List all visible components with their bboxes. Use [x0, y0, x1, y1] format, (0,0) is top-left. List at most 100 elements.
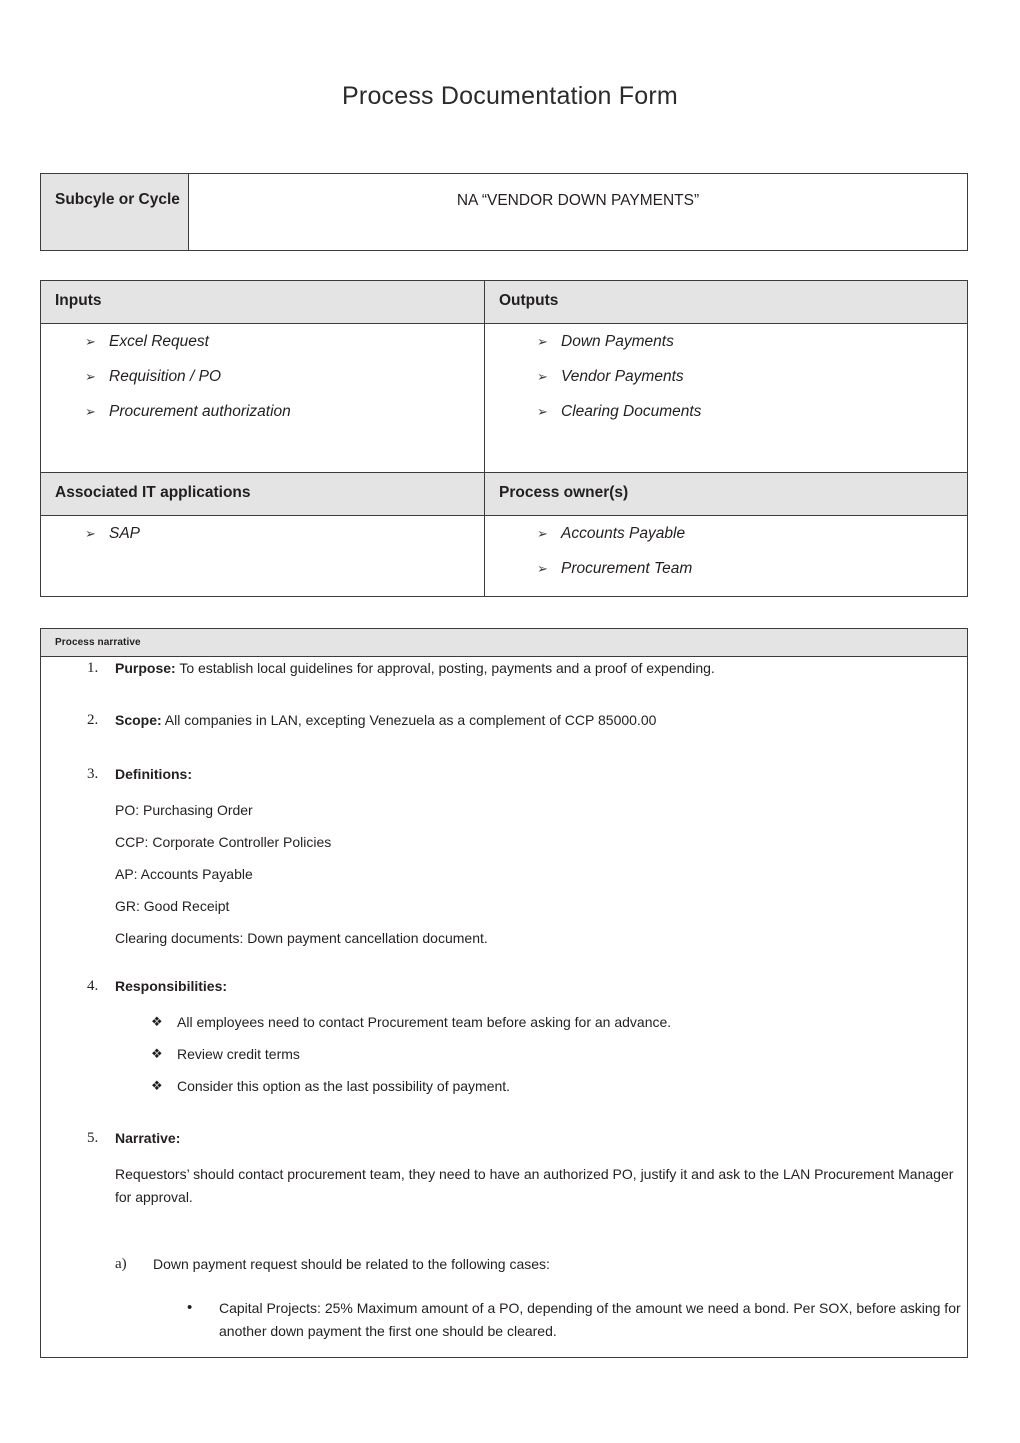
arrow-bullet-icon: ➢ — [537, 369, 548, 384]
process-narrative-table: Process narrative 1. Purpose: To establi… — [40, 628, 968, 1358]
narrative-item-purpose: 1. Purpose: To establish local guideline… — [41, 657, 967, 679]
diamond-bullet-icon: ❖ — [151, 1046, 163, 1061]
item-number: 3. — [87, 766, 99, 782]
item-text: All companies in LAN, excepting Venezuel… — [161, 712, 657, 728]
list-item-label: Clearing Documents — [561, 403, 702, 420]
table-row-apps-body: ➢ SAP ➢ Accounts Payable ➢ Procurement T… — [40, 515, 968, 597]
narrative-sub-item-a: a) Down payment request should be relate… — [115, 1253, 967, 1275]
item-title: Definitions: — [115, 766, 192, 782]
narrative-item-narrative: 5. Narrative: Requestors’ should contact… — [41, 1127, 967, 1343]
arrow-bullet-icon: ➢ — [537, 561, 548, 576]
list-item: ➢ Vendor Payments — [485, 359, 967, 394]
item-number: 4. — [87, 978, 99, 994]
narrative-header-cell: Process narrative — [40, 628, 968, 657]
narrative-body-cell: 1. Purpose: To establish local guideline… — [40, 656, 968, 1358]
item-number: 2. — [87, 712, 99, 728]
narrative-item-responsibilities: 4. Responsibilities: ❖ All employees nee… — [41, 975, 967, 1097]
list-item: ❖ Consider this option as the last possi… — [115, 1075, 967, 1097]
table-row-headers-apps: Associated IT applications Process owner… — [40, 472, 968, 516]
inputs-list: ➢ Excel Request ➢ Requisition / PO ➢ Pro… — [41, 324, 484, 429]
list-item-label: Vendor Payments — [561, 368, 684, 385]
item-number: 1. — [87, 660, 99, 676]
responsibilities-list: ❖ All employees need to contact Procurem… — [115, 1011, 967, 1097]
cases-list: • Capital Projects: 25% Maximum amount o… — [115, 1297, 967, 1343]
list-item-label: SAP — [109, 525, 141, 542]
subcycle-value: NA “VENDOR DOWN PAYMENTS” — [456, 192, 700, 209]
item-number: 5. — [87, 1130, 99, 1146]
narrative-paragraph: Requestors’ should contact procurement t… — [115, 1166, 954, 1205]
outputs-header-cell: Outputs — [484, 280, 968, 324]
list-item: ➢ Accounts Payable — [485, 516, 967, 551]
arrow-bullet-icon: ➢ — [537, 526, 548, 541]
process-narrative-header: Process narrative — [55, 637, 141, 648]
definitions-list: PO: Purchasing Order CCP: Corporate Cont… — [115, 799, 967, 949]
dot-bullet-icon: • — [187, 1299, 193, 1316]
list-item-label: Capital Projects: 25% Maximum amount of … — [219, 1300, 961, 1339]
apps-cell: ➢ SAP — [40, 515, 485, 597]
definition-line: Clearing documents: Down payment cancell… — [115, 930, 488, 946]
page-title: Process Documentation Form — [342, 82, 678, 110]
inputs-cell: ➢ Excel Request ➢ Requisition / PO ➢ Pro… — [40, 323, 485, 473]
inputs-header: Inputs — [55, 292, 102, 309]
list-item-label: Down Payments — [561, 333, 674, 350]
list-item: ➢ SAP — [41, 516, 484, 551]
document-page: Process Documentation Form Subcyle or Cy… — [0, 0, 1020, 1443]
arrow-bullet-icon: ➢ — [537, 334, 548, 349]
subcycle-table: Subcyle or Cycle NA “VENDOR DOWN PAYMENT… — [40, 173, 968, 251]
outputs-cell: ➢ Down Payments ➢ Vendor Payments ➢ Clea… — [484, 323, 968, 473]
list-item: • Capital Projects: 25% Maximum amount o… — [115, 1297, 967, 1343]
list-item-label: Consider this option as the last possibi… — [177, 1078, 511, 1094]
outputs-header: Outputs — [499, 292, 559, 309]
list-item-label: Requisition / PO — [109, 368, 221, 385]
table-row: Subcyle or Cycle NA “VENDOR DOWN PAYMENT… — [40, 173, 968, 251]
definition-line: AP: Accounts Payable — [115, 866, 253, 882]
narrative-item-definitions: 3. Definitions: PO: Purchasing Order CCP… — [41, 763, 967, 949]
list-item: ❖ All employees need to contact Procurem… — [115, 1011, 967, 1033]
list-item-label: Procurement Team — [561, 560, 693, 577]
item-title: Scope: — [115, 712, 162, 728]
subcycle-label-cell: Subcyle or Cycle — [40, 173, 189, 251]
list-item: ➢ Requisition / PO — [41, 359, 484, 394]
apps-header-cell: Associated IT applications — [40, 472, 485, 516]
process-owners-header: Process owner(s) — [499, 484, 629, 501]
definition-line: GR: Good Receipt — [115, 898, 230, 914]
owners-cell: ➢ Accounts Payable ➢ Procurement Team — [484, 515, 968, 597]
outputs-list: ➢ Down Payments ➢ Vendor Payments ➢ Clea… — [485, 324, 967, 429]
narrative-item-scope: 2. Scope: All companies in LAN, exceptin… — [41, 709, 967, 731]
list-item: ➢ Down Payments — [485, 324, 967, 359]
arrow-bullet-icon: ➢ — [85, 526, 96, 541]
diamond-bullet-icon: ❖ — [151, 1078, 163, 1093]
list-item-label: All employees need to contact Procuremen… — [177, 1014, 672, 1030]
associated-it-applications-header: Associated IT applications — [55, 484, 251, 501]
arrow-bullet-icon: ➢ — [85, 334, 96, 349]
definition-line: PO: Purchasing Order — [115, 802, 253, 818]
table-row-narrative-header: Process narrative — [40, 628, 968, 657]
list-item: ➢ Clearing Documents — [485, 394, 967, 429]
alpha-marker: a) — [115, 1256, 127, 1272]
item-title: Narrative: — [115, 1130, 181, 1146]
list-item: ➢ Excel Request — [41, 324, 484, 359]
list-item: ❖ Review credit terms — [115, 1043, 967, 1065]
diamond-bullet-icon: ❖ — [151, 1014, 163, 1029]
list-item-label: Procurement authorization — [109, 403, 291, 420]
item-title: Responsibilities: — [115, 978, 228, 994]
arrow-bullet-icon: ➢ — [85, 369, 96, 384]
table-row-narrative-body: 1. Purpose: To establish local guideline… — [40, 656, 968, 1358]
inputs-outputs-table: Inputs Outputs ➢ Excel Request ➢ Requisi… — [40, 280, 968, 597]
table-row-headers-io: Inputs Outputs — [40, 280, 968, 324]
item-text: To establish local guidelines for approv… — [175, 660, 715, 676]
alpha-item-text: Down payment request should be related t… — [153, 1256, 550, 1272]
list-item-label: Excel Request — [109, 333, 209, 350]
owners-header-cell: Process owner(s) — [484, 472, 968, 516]
definition-line: CCP: Corporate Controller Policies — [115, 834, 332, 850]
arrow-bullet-icon: ➢ — [85, 404, 96, 419]
subcycle-value-cell: NA “VENDOR DOWN PAYMENTS” — [188, 173, 968, 251]
list-item-label: Accounts Payable — [561, 525, 686, 542]
list-item: ➢ Procurement Team — [485, 551, 967, 586]
list-item-label: Review credit terms — [177, 1046, 300, 1062]
subcycle-label: Subcyle or Cycle — [55, 191, 180, 208]
arrow-bullet-icon: ➢ — [537, 404, 548, 419]
list-item: ➢ Procurement authorization — [41, 394, 484, 429]
table-row-io-body: ➢ Excel Request ➢ Requisition / PO ➢ Pro… — [40, 323, 968, 473]
item-title: Purpose: — [115, 660, 176, 676]
